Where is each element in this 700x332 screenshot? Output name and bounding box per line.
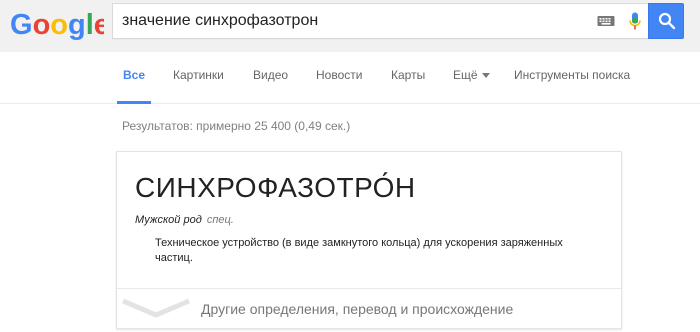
header-bar: Google: [0, 0, 700, 52]
tab-video[interactable]: Видео: [253, 52, 288, 104]
tab-images[interactable]: Картинки: [173, 52, 224, 104]
dictionary-word: СИНХРОФАЗОТРО́Н: [135, 172, 416, 203]
tab-all[interactable]: Все: [116, 52, 152, 104]
mic-icon[interactable]: [628, 12, 642, 32]
tab-more[interactable]: Ещё: [453, 52, 490, 104]
search-box: [112, 3, 648, 39]
search-icon: [658, 12, 676, 30]
keyboard-icon[interactable]: [597, 14, 615, 28]
part-of-speech-line: Мужской род спец.: [135, 214, 234, 226]
definition-text: Техническое устройство (в виде замкнутог…: [155, 237, 563, 264]
tab-more-label: Ещё: [453, 68, 478, 82]
search-input[interactable]: [122, 4, 592, 38]
search-button[interactable]: [648, 3, 684, 39]
tab-search-tools[interactable]: Инструменты поиска: [514, 52, 630, 104]
part-of-speech: Мужской род: [135, 214, 202, 226]
search-tabs: Все Картинки Видео Новости Карты Ещё Инс…: [0, 52, 700, 104]
dictionary-card: СИНХРОФАЗОТРО́Н Мужской род спец. Технич…: [116, 151, 622, 329]
tab-news[interactable]: Новости: [316, 52, 362, 104]
tab-maps[interactable]: Карты: [391, 52, 425, 104]
svg-text:Google: Google: [10, 9, 104, 40]
chevron-down-icon: [481, 73, 490, 78]
google-logo[interactable]: Google: [10, 8, 104, 40]
more-definitions-label: Другие определения, перевод и происхожде…: [201, 301, 514, 317]
more-definitions-button[interactable]: Другие определения, перевод и происхожде…: [117, 288, 621, 328]
results-stats: Результатов: примерно 25 400 (0,49 сек.): [122, 119, 351, 133]
usage-domain: спец.: [206, 214, 234, 226]
chevron-down-icon: [122, 298, 190, 318]
